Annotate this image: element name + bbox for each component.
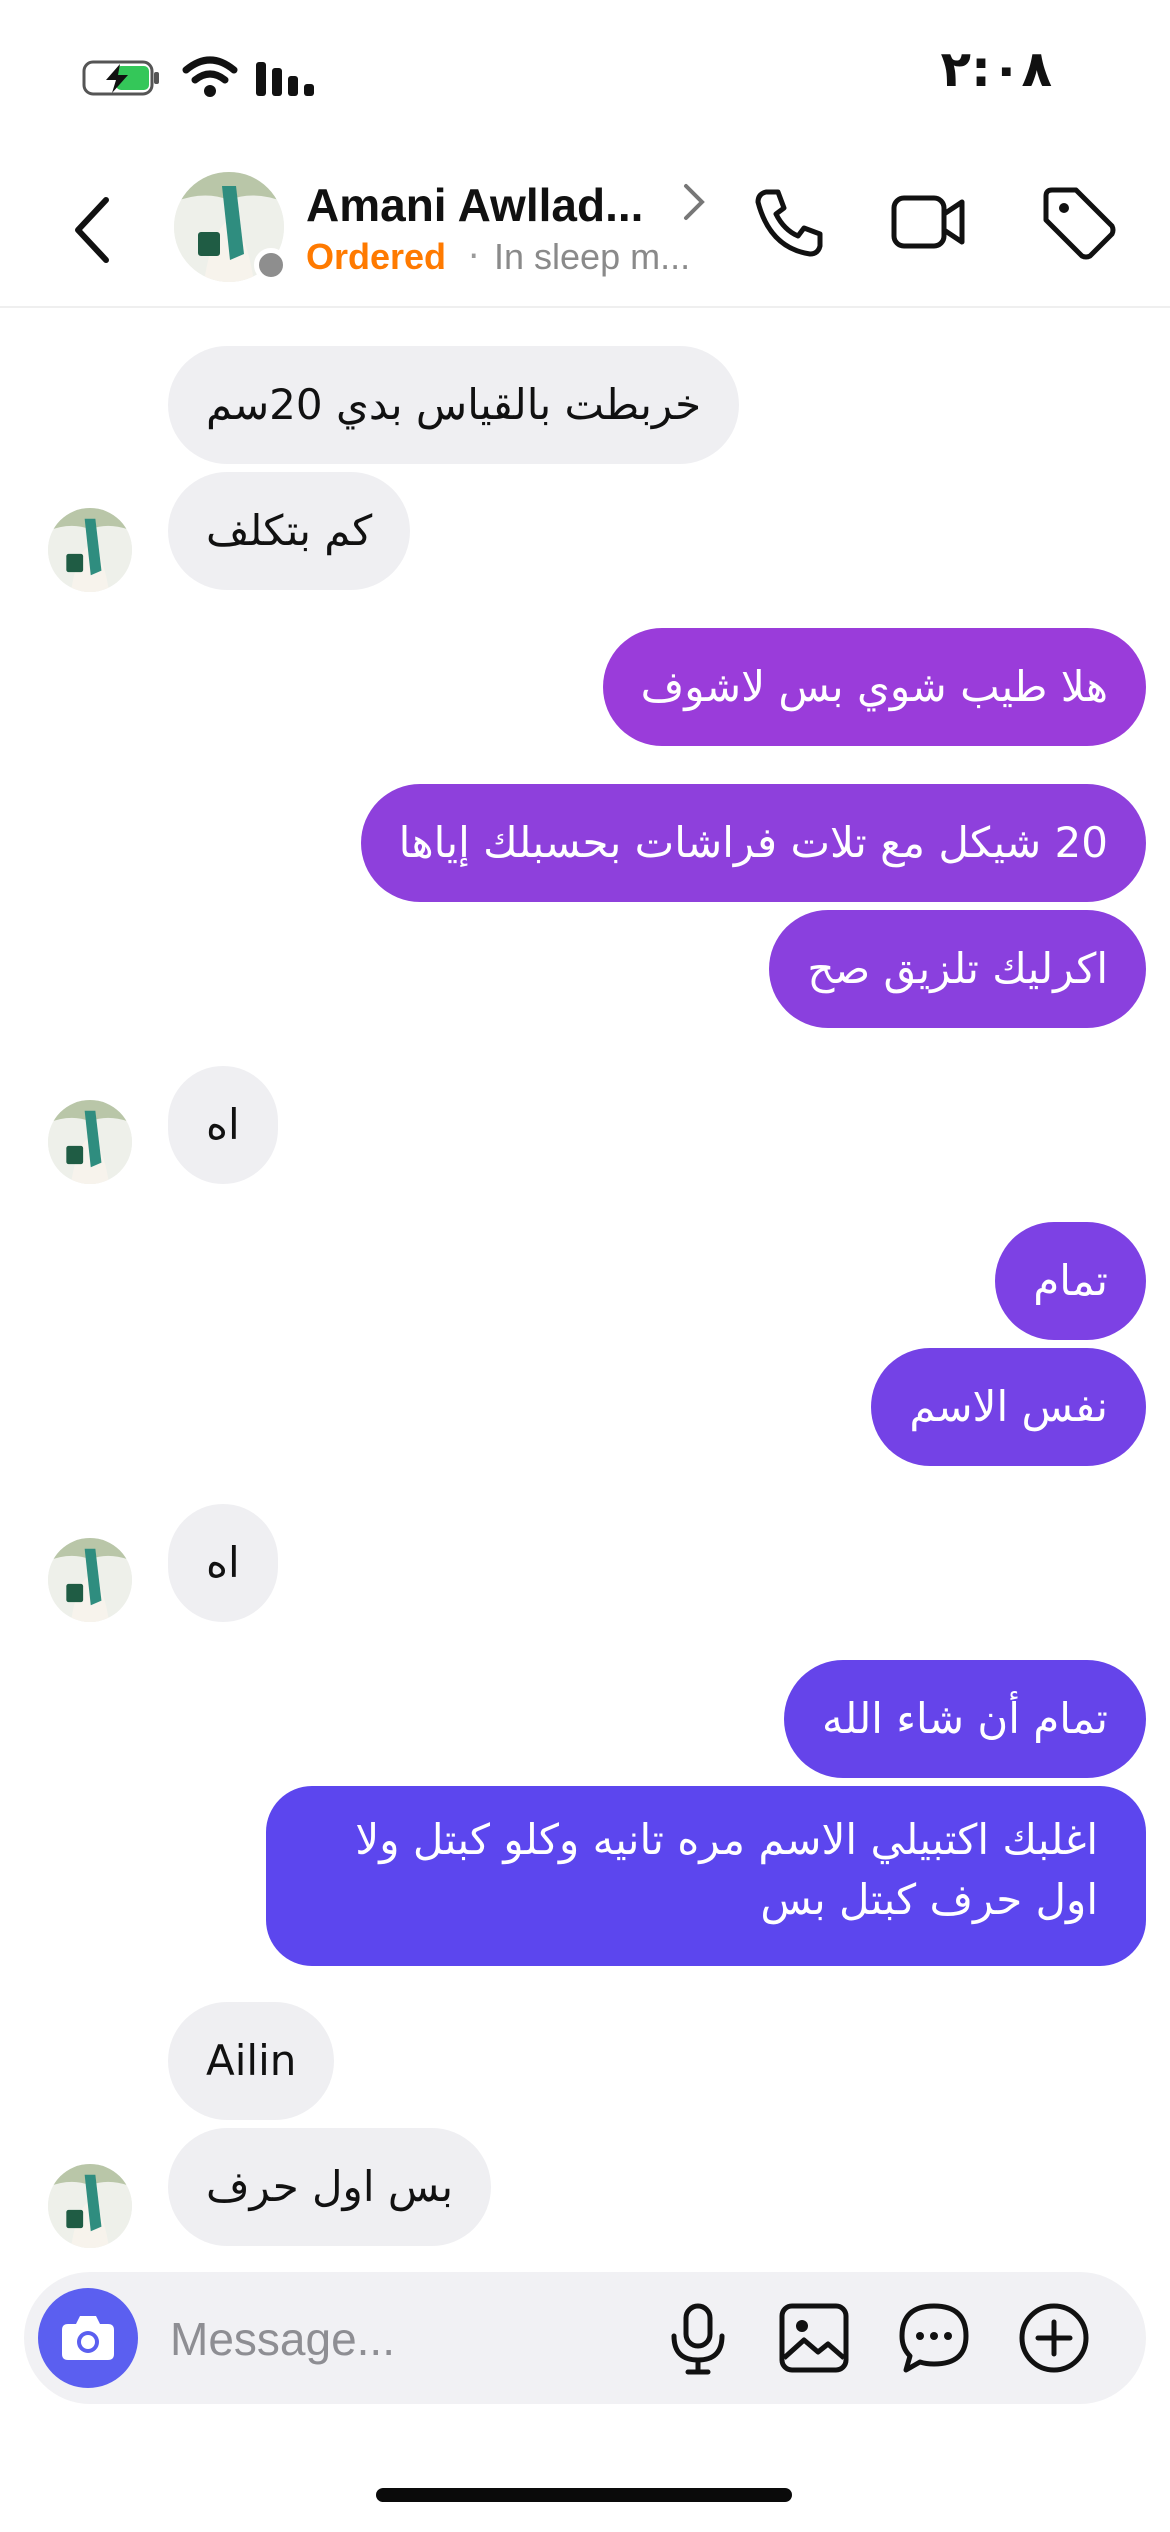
phone-icon[interactable] (748, 182, 828, 262)
contact-avatar-small[interactable] (48, 1538, 132, 1622)
contact-name[interactable]: Amani Awllad... (306, 178, 643, 232)
message-input[interactable] (168, 2302, 652, 2376)
back-chevron-icon[interactable] (60, 190, 130, 270)
separator-dot: · (468, 236, 480, 277)
status-bar: ٢:٠٨ (0, 0, 1170, 150)
camera-icon (62, 2316, 114, 2360)
incoming-message[interactable]: بس اول حرف (168, 2128, 492, 2246)
avatar-image-icon (48, 1100, 132, 1184)
incoming-message[interactable]: اه (168, 1504, 278, 1622)
incoming-message[interactable]: Ailin (168, 2002, 335, 2120)
wifi-icon (182, 56, 238, 97)
avatar-image-icon (48, 2164, 132, 2248)
outgoing-message[interactable]: هلا طيب شوي بس لاشوف (602, 628, 1146, 746)
avatar-image-icon (48, 508, 132, 592)
video-icon[interactable] (888, 182, 968, 262)
battery-charging-icon (82, 60, 159, 96)
incoming-message[interactable]: خربطت بالقياس بدي 20سم (168, 346, 740, 464)
chat-bubble-icon[interactable] (894, 2298, 974, 2378)
plus-circle-icon[interactable] (1014, 2298, 1094, 2378)
incoming-message[interactable]: كم بتكلف (168, 472, 411, 590)
outgoing-message[interactable]: 20 شيكل مع تلات فراشات بحسبلك إياها (360, 784, 1146, 902)
incoming-message[interactable]: اه (168, 1066, 278, 1184)
camera-button[interactable] (38, 2288, 138, 2388)
chevron-right-icon[interactable] (680, 180, 708, 224)
avatar-image-icon (48, 1538, 132, 1622)
outgoing-message[interactable]: اغلبك اكتبيلي الاسم مره تانيه وكلو كبتل … (266, 1786, 1146, 1966)
message-composer (24, 2272, 1146, 2404)
outgoing-message[interactable]: تمام (995, 1222, 1146, 1340)
outgoing-message[interactable]: اكرليك تلزيق صح (769, 910, 1146, 1028)
tag-icon[interactable] (1038, 182, 1118, 262)
contact-status: In sleep m... (494, 236, 691, 277)
microphone-icon[interactable] (658, 2298, 738, 2378)
contact-avatar-small[interactable] (48, 2164, 132, 2248)
contact-avatar-small[interactable] (48, 508, 132, 592)
conversation-header: Amani Awllad... Ordered · In sleep m... (0, 150, 1170, 308)
status-time: ٢:٠٨ (940, 40, 1052, 98)
contact-avatar-small[interactable] (48, 1100, 132, 1184)
outgoing-message[interactable]: تمام أن شاء الله (784, 1660, 1146, 1778)
ordered-label: Ordered (306, 236, 447, 277)
image-icon[interactable] (774, 2298, 854, 2378)
signal-icon (256, 62, 314, 96)
home-indicator[interactable] (376, 2488, 792, 2502)
outgoing-message[interactable]: نفس الاسم (871, 1348, 1146, 1466)
presence-indicator (254, 248, 288, 282)
